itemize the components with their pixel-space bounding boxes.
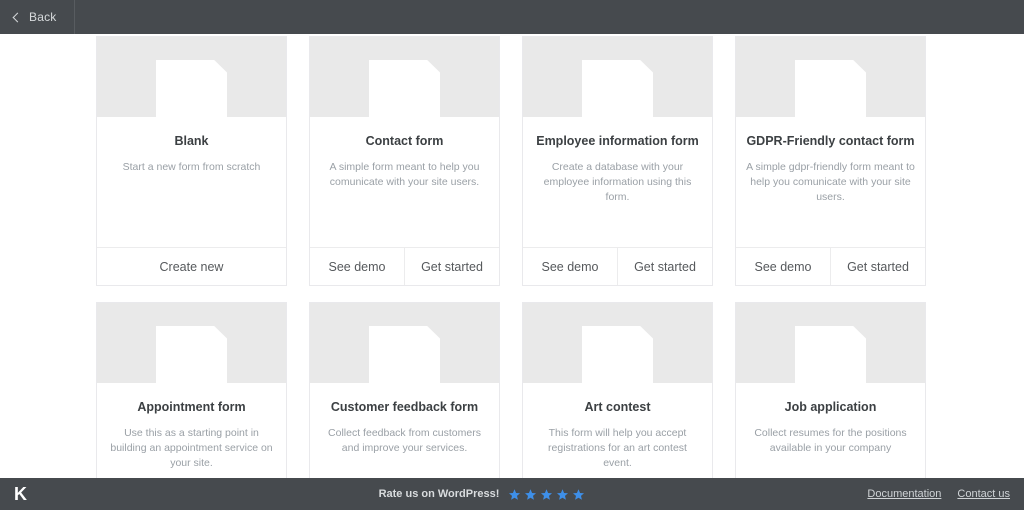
template-title: Contact form [320, 134, 489, 149]
document-icon [795, 326, 866, 383]
document-icon [156, 60, 227, 117]
template-title: Employee information form [533, 134, 702, 149]
brand-logo: K [14, 485, 134, 503]
get-started-button[interactable]: Get started [830, 248, 925, 285]
template-card-body: Appointment form Use this as a starting … [97, 383, 286, 479]
document-icon [582, 326, 653, 383]
template-card-body: Employee information form Create a datab… [523, 117, 712, 247]
back-button-label: Back [29, 10, 56, 24]
template-thumbnail [97, 303, 286, 383]
document-icon [156, 326, 227, 383]
template-thumbnail [736, 303, 925, 383]
template-card-footer: See demo Get started [523, 247, 712, 285]
template-card-body: GDPR-Friendly contact form A simple gdpr… [736, 117, 925, 247]
template-description: Collect feedback from customers and impr… [320, 426, 489, 456]
create-new-button[interactable]: Create new [97, 248, 286, 285]
template-title: Job application [746, 400, 915, 415]
rating-block: Rate us on WordPress! [134, 488, 830, 501]
template-card-footer: See demo Get started [736, 247, 925, 285]
see-demo-button[interactable]: See demo [523, 248, 617, 285]
template-description: Create a database with your employee inf… [533, 160, 702, 206]
template-card-body: Art contest This form will help you acce… [523, 383, 712, 479]
template-thumbnail [523, 37, 712, 117]
documentation-link[interactable]: Documentation [867, 488, 941, 500]
template-title: Appointment form [107, 400, 276, 415]
template-card-footer: Create new [97, 247, 286, 285]
template-card-body: Contact form A simple form meant to help… [310, 117, 499, 247]
star-icon[interactable] [508, 488, 521, 501]
see-demo-button[interactable]: See demo [736, 248, 830, 285]
template-card-footer: See demo Get started [310, 247, 499, 285]
template-description: A simple form meant to help you comunica… [320, 160, 489, 190]
star-icon[interactable] [540, 488, 553, 501]
template-card-employee-information-form[interactable]: Employee information form Create a datab… [522, 36, 713, 286]
template-card-contact-form[interactable]: Contact form A simple form meant to help… [309, 36, 500, 286]
rate-label: Rate us on WordPress! [379, 488, 500, 500]
template-title: Blank [107, 134, 276, 149]
template-card-body: Customer feedback form Collect feedback … [310, 383, 499, 479]
star-icon[interactable] [556, 488, 569, 501]
template-row: Appointment form Use this as a starting … [96, 302, 928, 479]
document-icon [795, 60, 866, 117]
template-description: This form will help you accept registrat… [533, 426, 702, 472]
template-card-body: Blank Start a new form from scratch [97, 117, 286, 247]
template-card-art-contest[interactable]: Art contest This form will help you acce… [522, 302, 713, 479]
template-thumbnail [523, 303, 712, 383]
get-started-button[interactable]: Get started [617, 248, 712, 285]
template-description: Collect resumes for the positions availa… [746, 426, 915, 456]
template-card-job-application[interactable]: Job application Collect resumes for the … [735, 302, 926, 479]
star-icon[interactable] [524, 488, 537, 501]
template-card-blank[interactable]: Blank Start a new form from scratch Crea… [96, 36, 287, 286]
contact-us-link[interactable]: Contact us [957, 488, 1010, 500]
template-thumbnail [97, 37, 286, 117]
template-thumbnail [310, 37, 499, 117]
template-grid: Blank Start a new form from scratch Crea… [0, 34, 1024, 479]
star-rating[interactable] [508, 488, 585, 501]
template-description: Start a new form from scratch [107, 160, 276, 175]
template-row: Blank Start a new form from scratch Crea… [96, 36, 928, 286]
template-title: Customer feedback form [320, 400, 489, 415]
template-thumbnail [310, 303, 499, 383]
template-card-gdpr-friendly-contact-form[interactable]: GDPR-Friendly contact form A simple gdpr… [735, 36, 926, 286]
template-card-appointment-form[interactable]: Appointment form Use this as a starting … [96, 302, 287, 479]
back-button[interactable]: Back [0, 0, 75, 34]
document-icon [369, 60, 440, 117]
document-icon [369, 326, 440, 383]
template-title: GDPR-Friendly contact form [746, 134, 915, 149]
get-started-button[interactable]: Get started [404, 248, 499, 285]
template-thumbnail [736, 37, 925, 117]
template-title: Art contest [533, 400, 702, 415]
top-bar: Back [0, 0, 1024, 34]
template-description: Use this as a starting point in building… [107, 426, 276, 472]
chevron-left-icon [13, 12, 23, 22]
template-card-customer-feedback-form[interactable]: Customer feedback form Collect feedback … [309, 302, 500, 479]
template-description: A simple gdpr-friendly form meant to hel… [746, 160, 915, 206]
document-icon [582, 60, 653, 117]
template-card-body: Job application Collect resumes for the … [736, 383, 925, 479]
footer-links: Documentation Contact us [830, 488, 1010, 500]
star-icon[interactable] [572, 488, 585, 501]
see-demo-button[interactable]: See demo [310, 248, 404, 285]
footer-bar: K Rate us on WordPress! Documentation Co… [0, 478, 1024, 510]
